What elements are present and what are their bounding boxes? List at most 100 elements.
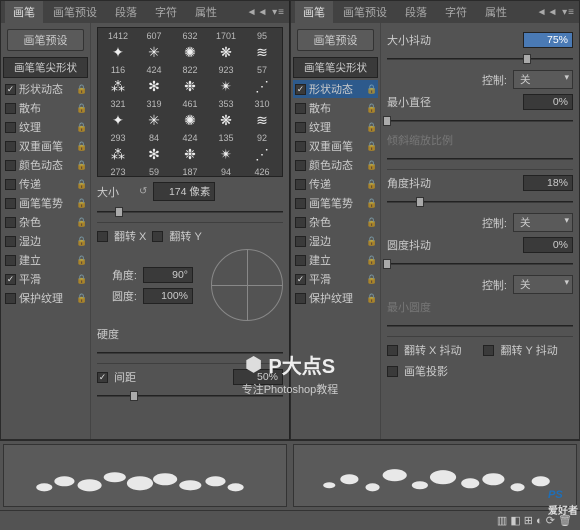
- lock-icon[interactable]: 🔒: [366, 198, 376, 208]
- option-checkbox[interactable]: [295, 141, 306, 152]
- brush-cell[interactable]: 94❋: [208, 166, 244, 177]
- lock-icon[interactable]: 🔒: [76, 236, 86, 246]
- lock-icon[interactable]: 🔒: [76, 274, 86, 284]
- brush-preset-button-r[interactable]: 画笔预设: [297, 29, 374, 51]
- brush-cell[interactable]: 116⁂: [100, 64, 136, 98]
- tab-brush[interactable]: 画笔: [5, 1, 43, 23]
- lock-icon[interactable]: 🔒: [366, 103, 376, 113]
- option-checkbox[interactable]: [295, 236, 306, 247]
- spacing-slider[interactable]: [97, 390, 283, 402]
- lock-icon[interactable]: 🔒: [366, 84, 376, 94]
- brush-cell[interactable]: 95≋: [244, 30, 280, 64]
- lock-icon[interactable]: 🔒: [366, 217, 376, 227]
- brush-cell[interactable]: 353❋: [208, 98, 244, 132]
- brush-cell[interactable]: 923✴: [208, 64, 244, 98]
- sidebar-item[interactable]: 保护纹理🔒: [3, 289, 88, 307]
- brush-cell[interactable]: 187✺: [172, 166, 208, 177]
- brush-cell[interactable]: 461✺: [172, 98, 208, 132]
- lock-icon[interactable]: 🔒: [76, 293, 86, 303]
- sidebar-item[interactable]: 散布🔒: [293, 99, 378, 117]
- option-checkbox[interactable]: [295, 84, 306, 95]
- sidebar-item[interactable]: 平滑🔒: [3, 270, 88, 288]
- brush-cell[interactable]: 1701❋: [208, 30, 244, 64]
- flipy-jitter-checkbox[interactable]: [483, 345, 494, 356]
- option-checkbox[interactable]: [295, 293, 306, 304]
- brush-cell[interactable]: 319✳: [136, 98, 172, 132]
- lock-icon[interactable]: 🔒: [76, 122, 86, 132]
- sidebar-item[interactable]: 画笔笔势🔒: [3, 194, 88, 212]
- option-checkbox[interactable]: [295, 160, 306, 171]
- sidebar-item[interactable]: 杂色🔒: [293, 213, 378, 231]
- brush-cell[interactable]: 310≋: [244, 98, 280, 132]
- tab-char[interactable]: 字符: [147, 1, 185, 23]
- brush-preset-button[interactable]: 画笔预设: [7, 29, 84, 51]
- lock-icon[interactable]: 🔒: [366, 236, 376, 246]
- lock-icon[interactable]: 🔒: [366, 179, 376, 189]
- lock-icon[interactable]: 🔒: [76, 160, 86, 170]
- brush-cell[interactable]: 321✦: [100, 98, 136, 132]
- flipy-checkbox[interactable]: [152, 231, 163, 242]
- min-diameter-slider[interactable]: [387, 115, 573, 127]
- flipx-jitter-checkbox[interactable]: [387, 345, 398, 356]
- brush-tip-shape-r[interactable]: 画笔笔尖形状: [293, 57, 378, 78]
- size-jitter-field[interactable]: 75%: [523, 32, 573, 48]
- brush-cell[interactable]: 822❉: [172, 64, 208, 98]
- tab-preset[interactable]: 画笔预设: [45, 1, 105, 23]
- control-select-3[interactable]: 关: [513, 275, 573, 294]
- lock-icon[interactable]: 🔒: [366, 141, 376, 151]
- sidebar-item[interactable]: 形状动态🔒: [293, 80, 378, 98]
- flipx-checkbox[interactable]: [97, 231, 108, 242]
- option-checkbox[interactable]: [295, 198, 306, 209]
- brush-cell[interactable]: 135✴: [208, 132, 244, 166]
- sidebar-item[interactable]: 建立🔒: [293, 251, 378, 269]
- option-checkbox[interactable]: [295, 122, 306, 133]
- option-checkbox[interactable]: [5, 293, 16, 304]
- tab-attr[interactable]: 属性: [187, 1, 225, 23]
- option-checkbox[interactable]: [295, 274, 306, 285]
- brush-cell[interactable]: 293⁂: [100, 132, 136, 166]
- control-select-2[interactable]: 关: [513, 213, 573, 232]
- brush-cell[interactable]: 607✳: [136, 30, 172, 64]
- lock-icon[interactable]: 🔒: [366, 274, 376, 284]
- lock-icon[interactable]: 🔒: [366, 160, 376, 170]
- size-slider[interactable]: [97, 206, 283, 218]
- tab-char-r[interactable]: 字符: [437, 1, 475, 23]
- sidebar-item[interactable]: 湿边🔒: [3, 232, 88, 250]
- panel-menu-icon-r[interactable]: ◄◄ ▾≡: [537, 7, 575, 18]
- reset-size-icon[interactable]: ↺: [139, 186, 147, 197]
- lock-icon[interactable]: 🔒: [76, 255, 86, 265]
- tab-attr-r[interactable]: 属性: [477, 1, 515, 23]
- lock-icon[interactable]: 🔒: [366, 255, 376, 265]
- lock-icon[interactable]: 🔒: [76, 217, 86, 227]
- option-checkbox[interactable]: [5, 84, 16, 95]
- tab-para-r[interactable]: 段落: [397, 1, 435, 23]
- tab-para[interactable]: 段落: [107, 1, 145, 23]
- brush-grid[interactable]: 1412✦607✳632✺1701❋95≋116⁂424✻822❉923✴57⋰…: [97, 27, 283, 177]
- sidebar-item[interactable]: 平滑🔒: [293, 270, 378, 288]
- lock-icon[interactable]: 🔒: [76, 141, 86, 151]
- roundness-jitter-field[interactable]: 0%: [523, 237, 573, 253]
- lock-icon[interactable]: 🔒: [76, 198, 86, 208]
- lock-icon[interactable]: 🔒: [366, 122, 376, 132]
- option-checkbox[interactable]: [5, 103, 16, 114]
- sidebar-item[interactable]: 传递🔒: [293, 175, 378, 193]
- brush-cell[interactable]: 84✻: [136, 132, 172, 166]
- sidebar-item[interactable]: 湿边🔒: [293, 232, 378, 250]
- sidebar-item[interactable]: 纹理🔒: [3, 118, 88, 136]
- roundness-jitter-slider[interactable]: [387, 258, 573, 270]
- sidebar-item[interactable]: 画笔笔势🔒: [293, 194, 378, 212]
- sidebar-item[interactable]: 保护纹理🔒: [293, 289, 378, 307]
- brush-cell[interactable]: 57⋰: [244, 64, 280, 98]
- size-field[interactable]: 174 像素: [153, 182, 215, 201]
- option-checkbox[interactable]: [295, 217, 306, 228]
- lock-icon[interactable]: 🔒: [76, 84, 86, 94]
- sidebar-item[interactable]: 散布🔒: [3, 99, 88, 117]
- angle-jitter-slider[interactable]: [387, 196, 573, 208]
- tab-brush-r[interactable]: 画笔: [295, 1, 333, 23]
- brush-projection-checkbox[interactable]: [387, 366, 398, 377]
- sidebar-item[interactable]: 形状动态🔒: [3, 80, 88, 98]
- brush-cell[interactable]: 92⋰: [244, 132, 280, 166]
- brush-cell[interactable]: 273✦: [100, 166, 136, 177]
- spacing-field[interactable]: 50%: [233, 369, 283, 385]
- roundness-field[interactable]: 100%: [143, 288, 193, 304]
